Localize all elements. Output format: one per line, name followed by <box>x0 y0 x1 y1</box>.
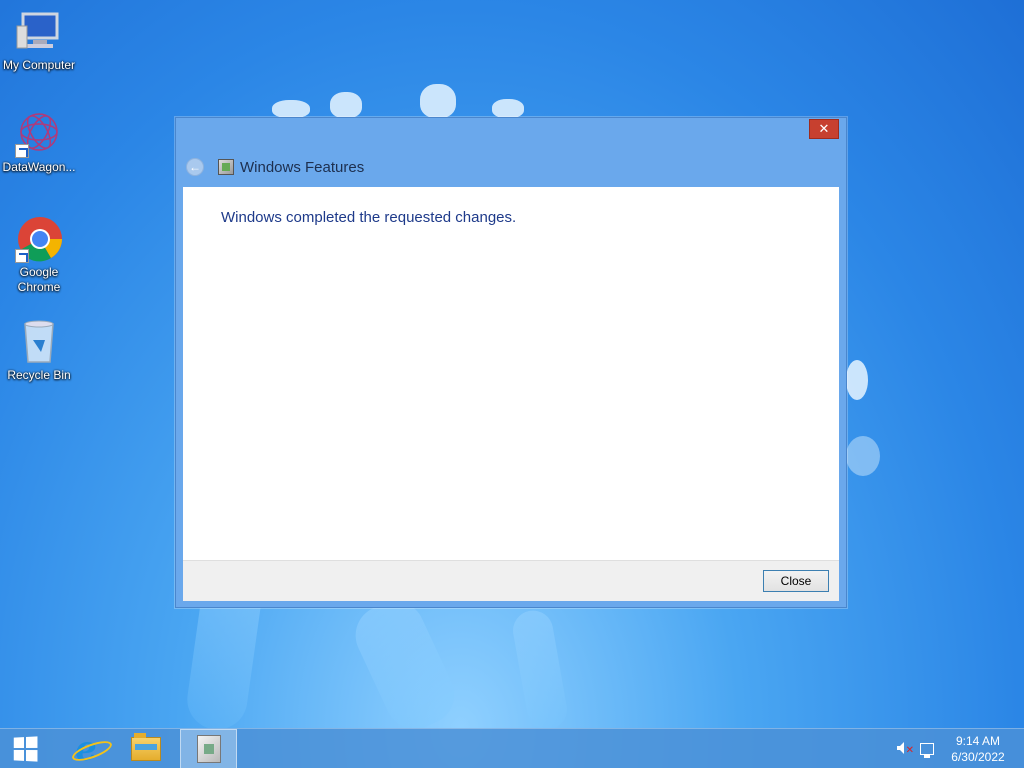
taskbar-windows-features[interactable] <box>180 729 237 768</box>
desktop-icon-recycle-bin[interactable]: Recycle Bin <box>0 318 78 383</box>
dialog-header: ← Windows Features <box>186 156 364 178</box>
recycle-bin-icon <box>15 318 63 366</box>
back-arrow-icon[interactable]: ← <box>186 158 204 176</box>
dialog-title: Windows Features <box>240 158 365 176</box>
windows-features-dialog: ✕ ← Windows Features Windows completed t… <box>175 117 847 608</box>
dialog-close-button[interactable]: ✕ <box>809 119 839 139</box>
dialog-footer: Close <box>183 560 839 601</box>
close-button[interactable]: Close <box>763 570 829 592</box>
desktop-icon-label: Google Chrome <box>17 265 61 294</box>
file-explorer-icon <box>131 733 161 761</box>
windows-features-icon <box>196 735 221 763</box>
start-button[interactable] <box>0 729 50 768</box>
shortcut-arrow-icon <box>15 144 29 158</box>
shortcut-arrow-icon <box>15 249 29 263</box>
desktop-icon-label: DataWagon... <box>2 160 76 174</box>
clock-time: 9:14 AM <box>955 734 1001 748</box>
taskbar-internet-explorer[interactable]: e <box>58 729 114 768</box>
desktop-icon-datawagon[interactable]: DataWagon... <box>0 110 78 175</box>
completion-message: Windows completed the requested changes. <box>221 209 517 226</box>
start-icon <box>13 736 38 762</box>
clock[interactable]: 9:14 AM 6/30/2022 <box>948 733 1008 765</box>
datawagon-icon <box>15 110 63 158</box>
desktop-icon-my-computer[interactable]: My Computer <box>0 8 78 73</box>
desktop-icon-label: My Computer <box>2 58 76 72</box>
desktop-icon-google-chrome[interactable]: Google Chrome <box>0 215 78 295</box>
taskbar: e ✕ 9:14 AM 6/30/2022 <box>0 728 1024 768</box>
volume-muted-icon[interactable]: ✕ <box>894 740 914 758</box>
taskbar-file-explorer[interactable] <box>118 729 174 768</box>
chrome-icon <box>15 215 63 263</box>
network-icon[interactable] <box>920 743 934 758</box>
computer-icon <box>15 8 63 56</box>
windows-features-icon <box>218 159 234 175</box>
desktop-icon-label: Recycle Bin <box>7 368 71 382</box>
dialog-body: Windows completed the requested changes. <box>183 187 839 560</box>
system-tray: ✕ 9:14 AM 6/30/2022 <box>894 729 1024 768</box>
clock-date: 6/30/2022 <box>951 750 1005 764</box>
internet-explorer-icon: e <box>75 729 97 768</box>
